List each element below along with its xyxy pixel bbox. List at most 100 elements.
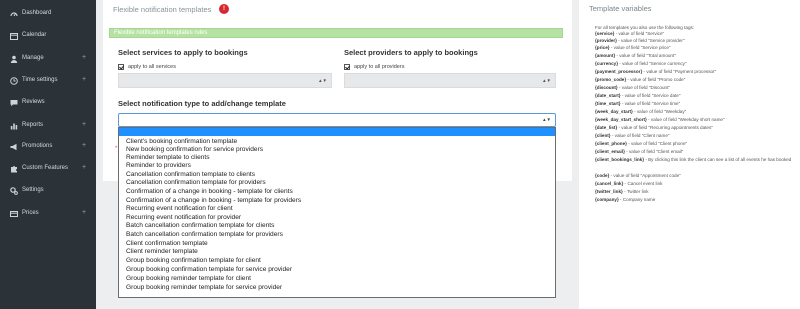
sidebar-item-label: Reviews (22, 99, 45, 105)
select-caret-icon: ▲▼ (318, 78, 327, 83)
select-caret-icon: ▲▼ (542, 78, 551, 83)
dropdown-option[interactable]: Group booking reminder template for clie… (126, 275, 251, 283)
notification-type-heading: Select notification type to add/change t… (118, 99, 286, 108)
expand-plus-icon: + (82, 76, 87, 83)
dropdown-option[interactable]: Reminder template to clients (126, 154, 210, 162)
dropdown-option[interactable]: Confirmation of a change in booking - te… (126, 188, 293, 196)
page-title: Flexible notification templates (113, 5, 212, 14)
select-caret-icon: ▲▼ (542, 117, 551, 122)
sidebar: Dashboard Calendar Manage + Time setting… (0, 0, 96, 309)
rules-accordion-header[interactable]: Flexible notification templates rules (109, 28, 563, 38)
template-variable: {date_start} - value of field "Service d… (595, 93, 681, 98)
template-variable: {client_bookings_link} - By clicking thi… (595, 157, 792, 162)
sidebar-item-settings[interactable]: Settings (0, 180, 96, 202)
sidebar-item-label: Custom Features (22, 165, 69, 171)
sidebar-item-time-settings[interactable]: Time settings + (0, 70, 96, 92)
providers-heading: Select providers to apply to bookings (344, 48, 478, 57)
dropdown-option[interactable]: Client reminder template (126, 248, 198, 256)
apply-all-services-checkbox[interactable] (118, 64, 124, 70)
calendar-icon (10, 33, 18, 40)
sidebar-item-label: Time settings (22, 77, 58, 83)
template-variable: {twitter_link} - Twitter link (595, 189, 649, 194)
template-variables-panel: Template variables For all templates you… (579, 0, 800, 309)
dropdown-option[interactable]: Cancellation confirmation template for p… (126, 179, 266, 187)
expand-plus-icon: + (82, 142, 87, 149)
sidebar-item-reviews[interactable]: Reviews (0, 92, 96, 114)
dashboard-icon (10, 12, 18, 17)
dropdown-option[interactable]: Batch cancellation confirmation template… (126, 231, 283, 239)
dropdown-option[interactable]: Group booking confirmation template for … (126, 257, 261, 265)
expand-plus-icon: + (82, 54, 87, 61)
template-variable: {payment_processor} - value of field "Pa… (595, 69, 717, 74)
sidebar-item-label: Manage (22, 55, 44, 61)
dropdown-option[interactable]: Recurring event notification for provide… (126, 214, 241, 222)
dropdown-option[interactable]: Batch cancellation confirmation template… (126, 222, 274, 230)
credit-card-icon (10, 211, 18, 217)
template-variable: {company} - Company name (595, 197, 656, 202)
sidebar-item-promotions[interactable]: Promotions + (0, 136, 96, 158)
sidebar-item-label: Prices (22, 210, 39, 216)
dropdown-option[interactable]: Client's booking confirmation template (126, 138, 237, 146)
highlighted-option[interactable] (119, 128, 555, 136)
sidebar-item-manage[interactable]: Manage + (0, 48, 96, 70)
expand-plus-icon: + (82, 164, 87, 171)
dropdown-option[interactable]: Confirmation of a change in booking - te… (126, 197, 301, 205)
sidebar-item-label: Reports (22, 122, 44, 128)
dropdown-option[interactable]: Recurring event notification for client (126, 205, 233, 213)
template-variable: {client} - value of field "Client name" (595, 133, 670, 138)
apply-all-services-row[interactable]: apply to all services (118, 64, 176, 70)
template-variable: {code} - value of field "Appointment cod… (595, 173, 681, 178)
sidebar-item-label: Promotions (22, 143, 53, 149)
dropdown-option[interactable]: Cancellation confirmation template to cl… (126, 171, 255, 179)
sidebar-item-label: Settings (22, 187, 44, 193)
notification-type-select[interactable]: ▲▼ (118, 113, 556, 127)
chat-icon (10, 100, 18, 107)
sidebar-item-prices[interactable]: Prices + (0, 203, 96, 225)
template-variable: {time_start} - value of field "Service t… (595, 101, 681, 106)
template-variable: {week_day_start_short} - value of field … (595, 117, 725, 122)
notification-type-dropdown[interactable]: Client's booking confirmation template N… (118, 127, 556, 298)
bar-chart-icon (10, 123, 18, 130)
dropdown-option[interactable]: Reminder to providers (126, 162, 191, 170)
apply-all-providers-row[interactable]: apply to all providers (344, 64, 404, 70)
sidebar-item-calendar[interactable]: Calendar (0, 25, 96, 47)
sidebar-item-label: Dashboard (22, 10, 52, 16)
template-variables-intro: For all templates you also use the follo… (595, 25, 695, 30)
warning-badge[interactable]: ! (219, 4, 229, 14)
template-variable: {cancel_link} - Cancel event link (595, 181, 663, 186)
sidebar-item-custom-features[interactable]: Custom Features + (0, 158, 96, 180)
sidebar-item-dashboard[interactable]: Dashboard (0, 3, 96, 25)
template-variable: {provider} - value of field "Service pro… (595, 38, 685, 43)
apply-all-providers-label: apply to all providers (354, 64, 405, 70)
template-variable: {promo_code} - value of field "Promo cod… (595, 77, 686, 82)
template-variable: {client_email} - value of field "Client … (595, 149, 684, 154)
template-variable: {client_phone} - value of field "Client … (595, 141, 688, 146)
puzzle-icon (11, 166, 17, 173)
providers-select[interactable]: ▲▼ (344, 73, 556, 88)
services-select[interactable]: ▲▼ (118, 73, 332, 88)
expand-plus-icon: + (82, 121, 87, 128)
apply-all-providers-checkbox[interactable] (344, 64, 350, 70)
dropdown-option[interactable]: Client confirmation template (126, 240, 208, 248)
dropdown-option[interactable]: New booking confirmation for service pro… (126, 146, 263, 154)
dropdown-option[interactable]: Group booking reminder template for serv… (126, 284, 282, 292)
sidebar-item-reports[interactable]: Reports + (0, 115, 96, 137)
template-variable: {price} - value of field "Service price" (595, 45, 671, 50)
template-variable: {service} - value of field "Service" (595, 31, 665, 36)
template-variables-title: Template variables (589, 4, 652, 13)
megaphone-icon (10, 143, 17, 151)
template-variable: {discount} - value of field "Discount" (595, 85, 671, 90)
template-variable: {currency} - value of field "Service cur… (595, 61, 687, 66)
template-variable: {amount} - value of field "Total amount" (595, 53, 676, 58)
expand-plus-icon: + (82, 209, 87, 216)
sidebar-item-label: Calendar (22, 32, 47, 38)
template-variable: {date_list} - value of field "Recurring … (595, 125, 713, 130)
dropdown-option[interactable]: Group booking confirmation template for … (126, 266, 292, 274)
services-heading: Select services to apply to bookings (118, 48, 248, 57)
clock-icon (10, 77, 18, 85)
apply-all-services-label: apply to all services (128, 64, 176, 70)
required-marker: * (115, 146, 118, 152)
template-variable: {week_day_start} - value of field "Weekd… (595, 109, 687, 114)
gears-icon (10, 187, 18, 195)
user-icon (10, 55, 18, 63)
